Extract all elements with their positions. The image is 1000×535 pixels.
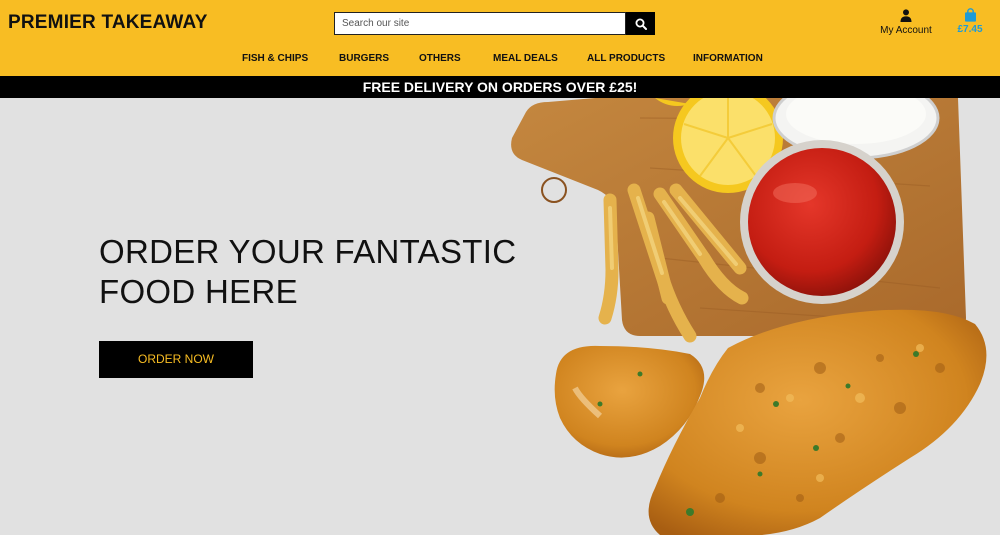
hero-title: ORDER YOUR FANTASTIC FOOD HERE [99,232,519,312]
hero-title-line-1: ORDER YOUR FANTASTIC [99,233,517,270]
shopping-bag-icon [964,8,976,22]
hero-title-line-2: FOOD HERE [99,273,298,310]
main-navigation: FISH & CHIPS BURGERS OTHERS MEAL DEALS A… [0,53,1000,65]
search-bar [334,12,655,35]
my-account-link[interactable]: My Account [875,8,937,36]
search-input[interactable] [334,12,626,35]
promo-banner: FREE DELIVERY ON ORDERS OVER £25! [0,76,1000,98]
cart-link[interactable]: £7.45 [950,8,990,35]
user-icon [900,9,912,22]
cart-total: £7.45 [957,24,983,35]
search-icon [635,18,647,30]
nav-meal-deals[interactable]: MEAL DEALS [493,53,558,64]
order-now-button[interactable]: ORDER NOW [99,341,253,378]
nav-burgers[interactable]: BURGERS [339,53,389,64]
nav-others[interactable]: OTHERS [419,53,461,64]
my-account-label: My Account [880,25,932,36]
fish-and-chips-image [511,98,987,535]
search-button[interactable] [626,12,655,35]
hero-section: ORDER YOUR FANTASTIC FOOD HERE ORDER NOW [0,98,1000,535]
nav-all-products[interactable]: ALL PRODUCTS [587,53,665,64]
site-logo[interactable]: PREMIER TAKEAWAY [8,12,208,34]
nav-fish-chips[interactable]: FISH & CHIPS [242,53,308,64]
nav-information[interactable]: INFORMATION [693,53,763,64]
site-header: PREMIER TAKEAWAY My Account £7.45 FISH &… [0,0,1000,76]
